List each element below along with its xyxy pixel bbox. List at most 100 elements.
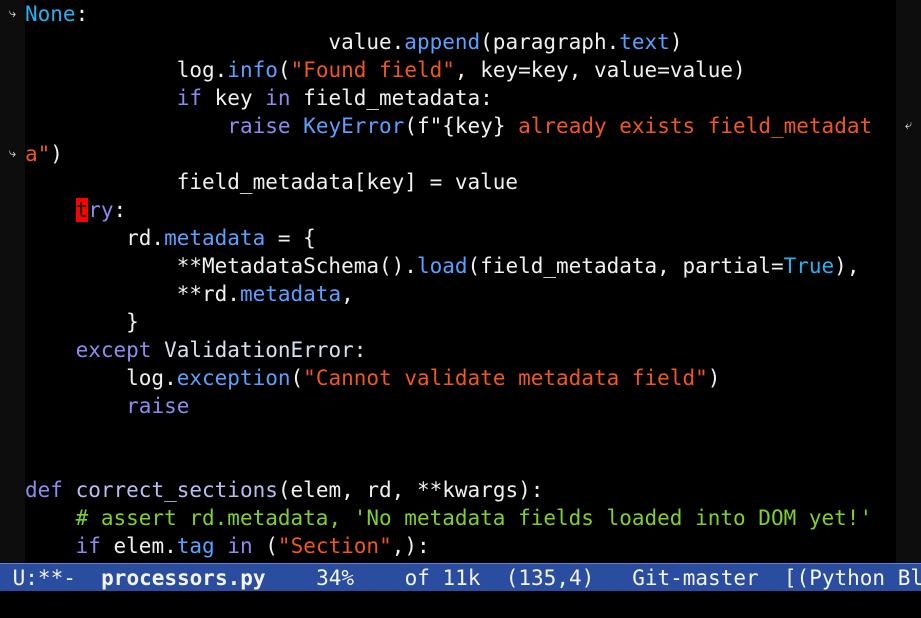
code-line[interactable]: # assert rd.metadata, 'No metadata field… — [25, 504, 896, 532]
code-line[interactable]: value.append(paragraph.text) — [25, 28, 896, 56]
code-line[interactable]: log.exception("Cannot validate metadata … — [25, 364, 896, 392]
code-token: ) — [669, 30, 683, 54]
code-token: key — [202, 86, 266, 110]
code-token: (paragraph. — [480, 30, 620, 54]
code-line[interactable]: raise KeyError(f"{key} already exists fi… — [25, 112, 896, 140]
code-token: (field_metadata, partial= — [467, 254, 784, 278]
code-token: **rd. — [25, 282, 240, 306]
modeline-status: U:**- — [0, 566, 102, 590]
code-token: tag — [176, 534, 215, 558]
code-token: already exists field_metadat — [505, 114, 873, 138]
code-token: value. — [25, 30, 405, 54]
code-line[interactable]: if elem.tag in ("Section",): — [25, 532, 896, 560]
right-fringe: ⤶ — [896, 0, 921, 563]
line-wrap-icon: ⤶ — [904, 118, 913, 133]
code-line[interactable]: if key in field_metadata: — [25, 84, 896, 112]
code-token: , key=key, value=value) — [454, 58, 746, 82]
code-token: in — [227, 534, 253, 558]
mode-line: U:**- processors.py 34% of 11k (135,4) G… — [0, 563, 921, 591]
code-token: ,): — [391, 534, 430, 558]
code-token: except — [75, 338, 152, 362]
code-token: text — [619, 30, 670, 54]
text-cursor: t — [75, 198, 89, 222]
code-token: ) — [50, 142, 63, 166]
code-line[interactable] — [25, 420, 896, 448]
code-token: True — [783, 254, 835, 278]
code-token: log. — [25, 366, 177, 390]
code-token: ), — [834, 254, 860, 278]
code-token: None — [25, 2, 76, 26]
code-line[interactable]: field_metadata[key] = value — [25, 168, 896, 196]
modeline-major-mode[interactable]: [(Python Bl — [759, 566, 921, 590]
code-token: if — [75, 534, 101, 558]
code-token: field_metadata[key] = value — [25, 170, 519, 194]
code-token: log. — [25, 58, 228, 82]
code-token: KeyError — [303, 114, 405, 138]
code-line[interactable]: **rd.metadata, — [25, 280, 896, 308]
code-line[interactable]: raise — [25, 392, 896, 420]
code-token: correct_sections — [75, 478, 278, 502]
code-token: "Cannot validate metadata field" — [303, 366, 708, 390]
code-token: ( — [290, 366, 304, 390]
code-token: metadata — [164, 226, 266, 250]
code-token: "Found field" — [290, 58, 455, 82]
modeline-position: 34% of 11k (135,4) — [265, 566, 633, 590]
code-token: if — [176, 86, 203, 110]
code-token: "Section" — [277, 534, 392, 558]
code-line[interactable]: } — [25, 308, 896, 336]
code-line[interactable]: a") — [25, 140, 896, 168]
code-token: raise — [227, 114, 291, 138]
code-token: } — [25, 310, 139, 334]
code-token: load — [416, 254, 468, 278]
minibuffer[interactable] — [0, 591, 921, 618]
code-token: , — [341, 282, 354, 306]
code-token: : — [113, 198, 127, 222]
code-token: elem. — [100, 534, 177, 558]
code-token: ( — [252, 534, 278, 558]
code-token: # assert rd.metadata, 'No metadata field… — [75, 506, 873, 530]
code-token: exception — [176, 366, 291, 390]
code-token: info — [227, 58, 278, 82]
code-token: metadata — [239, 282, 342, 306]
code-token: in — [265, 86, 291, 110]
code-line[interactable]: rd.metadata = { — [25, 224, 896, 252]
code-line[interactable]: None: — [25, 0, 896, 28]
code-token: field_metadata: — [290, 86, 493, 110]
code-token: : — [75, 2, 89, 26]
code-token: **MetadataSchema(). — [25, 254, 417, 278]
code-line[interactable]: **MetadataSchema().load(field_metadata, … — [25, 252, 896, 280]
code-token: raise — [126, 394, 190, 418]
code-token: a" — [25, 142, 51, 166]
code-token: ry — [88, 198, 114, 222]
code-token: def — [25, 478, 63, 502]
code-token: rd. — [25, 226, 165, 250]
continuation-icon: ⤷ — [8, 146, 17, 161]
modeline-buffer-name[interactable]: processors.py — [101, 566, 265, 590]
continuation-icon: ⤷ — [8, 6, 17, 21]
code-token: ValidationError: — [151, 338, 367, 362]
code-token: ( — [277, 58, 291, 82]
code-token: ) — [707, 366, 721, 390]
modeline-vc-branch[interactable]: Git-master — [632, 566, 758, 590]
code-line[interactable]: except ValidationError: — [25, 336, 896, 364]
code-line[interactable] — [25, 448, 896, 476]
code-token: (elem, rd, **kwargs): — [277, 478, 544, 502]
code-token: (f"{key} — [404, 114, 506, 138]
left-fringe: ⤷ ⤷ — [0, 0, 25, 563]
code-editor[interactable]: None: value.append(paragraph.text) log.i… — [25, 0, 896, 563]
code-line[interactable]: log.info("Found field", key=key, value=v… — [25, 56, 896, 84]
code-token: = { — [265, 226, 316, 250]
code-line[interactable]: def correct_sections(elem, rd, **kwargs)… — [25, 476, 896, 504]
code-line[interactable]: try: — [25, 196, 896, 224]
code-token: append — [404, 30, 481, 54]
